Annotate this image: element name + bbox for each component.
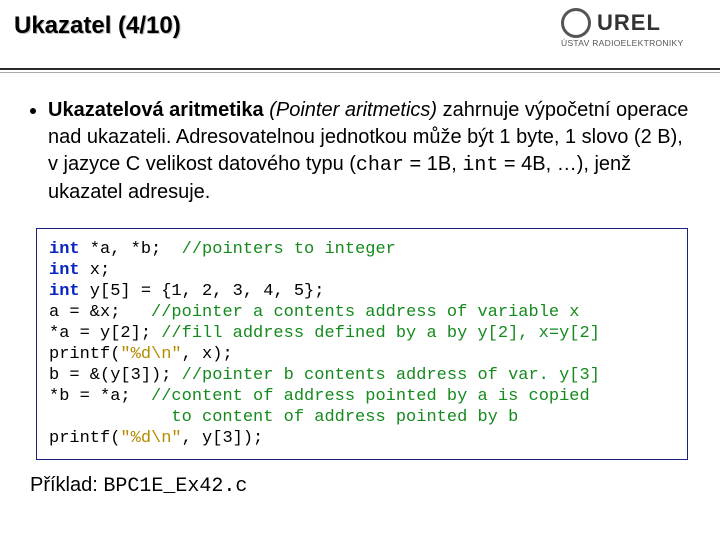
code-text: *a, *b; xyxy=(80,240,182,259)
slide-header: Ukazatel (4/10) UREL ÚSTAV RADIOELEKTRON… xyxy=(0,0,720,66)
comment: //fill address defined by a by y[2], x=y… xyxy=(161,324,600,343)
code-text: , x); xyxy=(182,345,233,364)
inline-code-int: int xyxy=(462,154,498,177)
example-line: Příklad: BPC1E_Ex42.c xyxy=(22,460,698,498)
comment: //content of address pointed by a is cop… xyxy=(151,387,590,406)
logo-text: UREL xyxy=(597,10,661,36)
example-file: BPC1E_Ex42.c xyxy=(103,475,247,498)
bullet-strong: Ukazatelová aritmetika xyxy=(48,99,264,121)
comment: //pointer b contents address of var. y[3… xyxy=(182,366,600,385)
code-text: *a = y[2]; xyxy=(49,324,161,343)
string: "%d\n" xyxy=(120,429,181,448)
bullet-italic: (Pointer aritmetics) xyxy=(269,99,437,121)
code-text: printf( xyxy=(49,429,120,448)
logo-subtitle: ÚSTAV RADIOELEKTRONIKY xyxy=(561,38,706,48)
code-text: x; xyxy=(80,261,111,280)
code-text: printf( xyxy=(49,345,120,364)
code-block: int *a, *b; //pointers to integer int x;… xyxy=(36,228,688,460)
code-text: y[5] = {1, 2, 3, 4, 5}; xyxy=(80,282,325,301)
code-text: *b = *a; xyxy=(49,387,151,406)
bullet-text-2: = 1B, xyxy=(404,153,462,175)
code-text: , y[3]); xyxy=(182,429,264,448)
slide-body: Ukazatelová aritmetika (Pointer aritmeti… xyxy=(0,73,720,498)
logo-row: UREL xyxy=(561,8,706,38)
comment: //pointers to integer xyxy=(182,240,396,259)
slide: Ukazatel (4/10) UREL ÚSTAV RADIOELEKTRON… xyxy=(0,0,720,540)
logo-block: UREL ÚSTAV RADIOELEKTRONIKY xyxy=(561,8,706,48)
kw: int xyxy=(49,282,80,301)
inline-code-char: char xyxy=(356,154,404,177)
kw: int xyxy=(49,261,80,280)
code-text: b = &(y[3]); xyxy=(49,366,182,385)
comment: to content of address pointed by b xyxy=(49,408,518,427)
string: "%d\n" xyxy=(120,345,181,364)
comment: //pointer a contents address of variable… xyxy=(151,303,579,322)
bullet-item: Ukazatelová aritmetika (Pointer aritmeti… xyxy=(48,97,698,206)
kw: int xyxy=(49,240,80,259)
example-label: Příklad: xyxy=(30,474,103,496)
ring-icon xyxy=(561,8,591,38)
code-text: a = &x; xyxy=(49,303,151,322)
bullet-list: Ukazatelová aritmetika (Pointer aritmeti… xyxy=(22,97,698,206)
